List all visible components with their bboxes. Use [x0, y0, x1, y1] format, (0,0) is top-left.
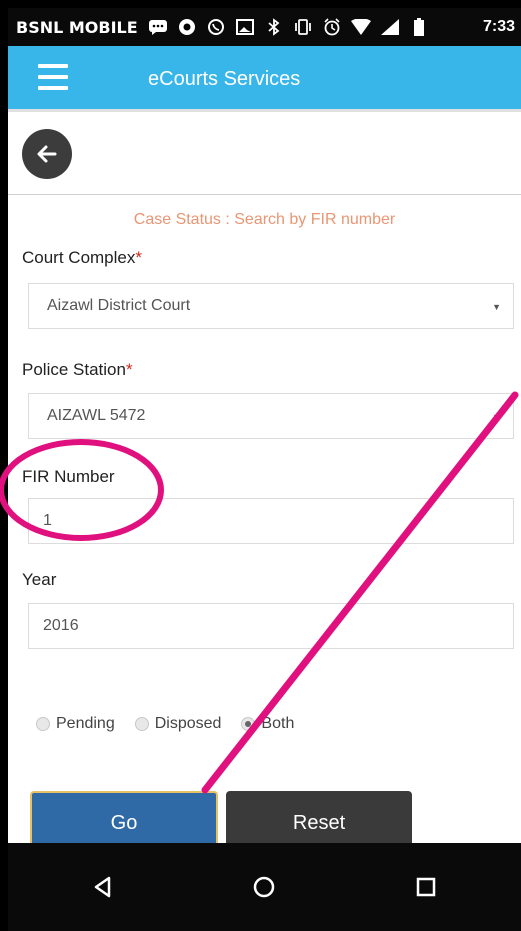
police-station-value: AIZAWL 5472 [47, 407, 146, 424]
nav-recents-button[interactable] [406, 867, 446, 907]
fir-number-label: FIR Number [22, 467, 115, 486]
arrow-left-icon [37, 145, 57, 163]
police-station-label: Police Station* [22, 360, 133, 380]
status-radio-group: Pending Disposed Both [36, 715, 314, 733]
year-input[interactable]: 2016 [28, 603, 514, 649]
bluetooth-icon [264, 18, 284, 36]
court-complex-label: Court Complex* [22, 248, 142, 268]
battery-icon [409, 18, 429, 36]
whatsapp-icon [206, 18, 226, 36]
radio-label: Pending [56, 715, 115, 732]
radio-pending[interactable]: Pending [36, 715, 115, 733]
record-icon [177, 18, 197, 36]
device-frame: BSNL MOBILE 7:33 eCourts Services Case S… [0, 0, 521, 931]
chevron-down-icon: ▼ [492, 302, 501, 312]
radio-label: Disposed [154, 715, 222, 732]
radio-indicator-selected [241, 717, 256, 731]
court-complex-value: Aizawl District Court [47, 297, 191, 314]
radio-disposed[interactable]: Disposed [134, 715, 222, 733]
gallery-icon [235, 18, 255, 36]
chat-icon [148, 18, 168, 36]
required-mark: * [125, 360, 133, 379]
menu-icon[interactable] [38, 64, 68, 90]
fir-number-input[interactable]: 1 [28, 498, 514, 544]
court-complex-select[interactable]: Aizawl District Court ▼ [28, 283, 514, 329]
status-bar: BSNL MOBILE 7:33 [8, 8, 521, 46]
alarm-icon [322, 18, 342, 36]
phone-screen: BSNL MOBILE 7:33 eCourts Services Case S… [8, 8, 521, 931]
police-station-label-text: Police Station [22, 360, 126, 379]
radio-indicator [134, 717, 149, 731]
system-nav-bar [8, 843, 521, 931]
nav-home-button[interactable] [244, 867, 284, 907]
vibrate-icon [293, 18, 313, 36]
clock-time: 7:33 [482, 18, 515, 35]
page-title: Case Status : Search by FIR number [133, 211, 396, 228]
nav-back-button[interactable] [83, 867, 123, 907]
required-mark: * [135, 248, 142, 267]
wifi-icon [350, 18, 371, 36]
year-value: 2016 [43, 617, 79, 634]
carrier-name: BSNL MOBILE [16, 17, 138, 37]
triangle-back-icon [94, 876, 111, 898]
square-recents-icon [416, 877, 436, 897]
status-icons [148, 18, 429, 36]
main-content: Case Status : Search by FIR number Court… [8, 115, 521, 855]
radio-label: Both [261, 715, 295, 732]
court-complex-label-text: Court Complex [22, 248, 136, 267]
police-station-select[interactable]: AIZAWL 5472 ▼ [28, 393, 514, 439]
back-toolbar [8, 115, 521, 195]
year-label: Year [22, 570, 57, 589]
radio-both[interactable]: Both [241, 715, 294, 733]
signal-icon [380, 18, 400, 36]
radio-indicator [36, 717, 50, 731]
fir-number-value: 1 [43, 512, 52, 529]
back-button[interactable] [22, 129, 72, 179]
app-bar: eCourts Services [8, 46, 521, 112]
circle-home-icon [253, 876, 275, 898]
chevron-down-icon: ▼ [492, 412, 501, 422]
app-title: eCourts Services [148, 68, 301, 90]
